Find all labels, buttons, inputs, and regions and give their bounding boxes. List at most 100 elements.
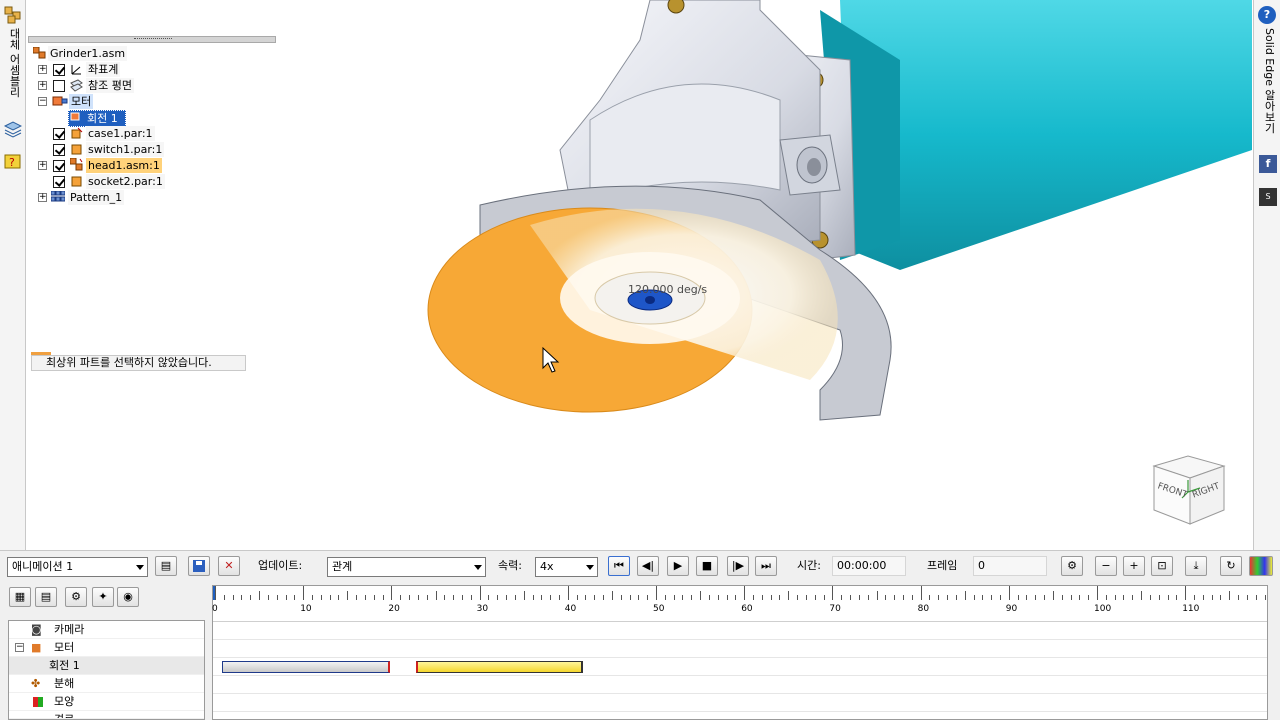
list-item-label: 카메라 bbox=[54, 623, 85, 636]
visibility-checkbox[interactable] bbox=[53, 160, 65, 172]
go-to-start-button[interactable]: ⏮ bbox=[608, 556, 630, 576]
fit-view-icon[interactable]: ⊡ bbox=[1151, 556, 1173, 576]
timeline-tick bbox=[223, 595, 225, 600]
save-list-icon[interactable]: ▤ bbox=[35, 587, 57, 607]
speed-select-value: 4x bbox=[540, 560, 554, 573]
go-to-end-button[interactable]: ⏭ bbox=[755, 556, 777, 576]
export-icon[interactable]: ⤓ bbox=[1185, 556, 1207, 576]
timeline-tick bbox=[435, 591, 437, 600]
tree-item-reference-planes[interactable]: + 참조 평면 bbox=[38, 78, 238, 93]
timeline-tick bbox=[726, 595, 728, 600]
save-icon[interactable] bbox=[188, 556, 210, 576]
timeline-tick bbox=[338, 595, 340, 600]
timeline-tick-label: 10 bbox=[300, 604, 312, 614]
timeline-tick bbox=[814, 595, 816, 600]
expand-icon[interactable]: + bbox=[38, 81, 47, 90]
tree-item-rotation-1[interactable]: 회전 1 bbox=[68, 110, 148, 127]
expand-icon[interactable]: + bbox=[38, 193, 47, 202]
tree-item-switch1[interactable]: switch1.par:1 bbox=[38, 142, 238, 157]
timeline[interactable]: 0 10 20 30 40 50 60 70 80 90 100 110 bbox=[212, 585, 1268, 720]
collapse-icon[interactable]: − bbox=[15, 643, 24, 652]
refresh-icon[interactable]: ↻ bbox=[1220, 556, 1242, 576]
timeline-tick bbox=[700, 591, 702, 600]
visibility-checkbox[interactable] bbox=[53, 80, 65, 92]
timeline-tick bbox=[832, 586, 834, 600]
step-forward-button[interactable]: |▶ bbox=[727, 556, 749, 576]
list-item-appearance[interactable]: 모양 bbox=[9, 693, 204, 711]
timeline-tick bbox=[991, 595, 993, 600]
appearance-icon bbox=[33, 697, 43, 707]
tree-item-head1[interactable]: + head1.asm:1 bbox=[38, 157, 238, 173]
visibility-checkbox[interactable] bbox=[53, 64, 65, 76]
play-button[interactable]: ▶ bbox=[667, 556, 689, 576]
time-field[interactable]: 00:00:00 bbox=[832, 556, 906, 576]
step-back-button[interactable]: ◀| bbox=[637, 556, 659, 576]
properties-icon[interactable]: ▦ bbox=[9, 587, 31, 607]
collapse-icon[interactable]: − bbox=[38, 97, 47, 106]
explode-icon[interactable]: ✦ bbox=[92, 587, 114, 607]
update-select[interactable]: 관계 bbox=[327, 557, 486, 577]
list-item-explode[interactable]: ✤ 분해 bbox=[9, 675, 204, 693]
list-item-camera[interactable]: ◙ 카메라 bbox=[9, 621, 204, 639]
settings-button[interactable]: ⚙ bbox=[1061, 556, 1083, 576]
animation-list: ◙ 카메라 −■ 모터 회전 1 ✤ 분해 모양 경로 bbox=[8, 620, 205, 720]
rotation-speed-label: 120.000 deg/s bbox=[628, 283, 708, 296]
track-explode bbox=[213, 676, 1267, 694]
tab-alternate-assembly[interactable]: 대체 어셈블리 bbox=[6, 28, 22, 98]
speed-select[interactable]: 4x bbox=[535, 557, 598, 577]
layers-icon[interactable] bbox=[3, 120, 23, 138]
tree-item-label: Pattern_1 bbox=[68, 190, 125, 205]
zoom-in-icon[interactable]: + bbox=[1123, 556, 1145, 576]
model-viewport[interactable] bbox=[380, 0, 1252, 550]
tree-item-label: 모터 bbox=[69, 94, 94, 109]
tree-item-socket2[interactable]: socket2.par:1 bbox=[38, 174, 238, 189]
tree-item-case1[interactable]: case1.par:1 bbox=[38, 126, 238, 141]
timeline-tick bbox=[241, 595, 243, 600]
delete-button[interactable]: ✕ bbox=[218, 556, 240, 576]
timeline-tick bbox=[876, 591, 878, 600]
expand-icon[interactable]: + bbox=[38, 161, 47, 170]
timeline-tick bbox=[1202, 595, 1204, 600]
tree-item-coordinate-systems[interactable]: + 좌표계 bbox=[38, 62, 238, 77]
assembly-icon[interactable] bbox=[4, 6, 22, 24]
visibility-checkbox[interactable] bbox=[53, 128, 65, 140]
timeline-tick-label: 110 bbox=[1182, 604, 1200, 614]
visibility-checkbox[interactable] bbox=[53, 144, 65, 156]
zoom-out-icon[interactable]: − bbox=[1095, 556, 1117, 576]
timeline-tick bbox=[1070, 595, 1072, 600]
timeline-tick bbox=[638, 595, 640, 600]
list-item-label: 모양 bbox=[54, 695, 75, 708]
new-animation-button[interactable]: ▤ bbox=[155, 556, 177, 576]
tree-item-motor[interactable]: − 모터 bbox=[38, 94, 238, 109]
help-question-icon[interactable]: ? bbox=[4, 152, 22, 170]
siemens-logo-icon[interactable]: S bbox=[1259, 188, 1277, 206]
timeline-tick bbox=[558, 595, 560, 600]
tree-item-label: 참조 평면 bbox=[86, 78, 134, 93]
animation-select[interactable]: 애니메이션 1 bbox=[7, 557, 148, 577]
timeline-tick bbox=[329, 595, 331, 600]
tree-toolbar[interactable] bbox=[28, 36, 276, 43]
visibility-checkbox[interactable] bbox=[53, 176, 65, 188]
motor-icon bbox=[52, 95, 68, 107]
facebook-icon[interactable]: f bbox=[1259, 155, 1277, 173]
expand-icon[interactable]: + bbox=[38, 65, 47, 74]
list-item-rotation-1[interactable]: 회전 1 bbox=[9, 657, 204, 675]
timeline-tick bbox=[999, 595, 1001, 600]
rotation-segment-1[interactable] bbox=[222, 661, 390, 673]
stop-button[interactable]: ■ bbox=[696, 556, 718, 576]
timeline-tick bbox=[1149, 595, 1151, 600]
help-icon[interactable]: ? bbox=[1258, 6, 1276, 24]
color-palette-icon[interactable] bbox=[1249, 556, 1273, 576]
camera-button-icon[interactable]: ◉ bbox=[117, 587, 139, 607]
timeline-tick bbox=[250, 595, 252, 600]
timeline-tick bbox=[541, 595, 543, 600]
tree-item-pattern-1[interactable]: + Pattern_1 bbox=[38, 190, 238, 205]
frame-field[interactable]: 0 bbox=[973, 556, 1047, 576]
motor-button-icon[interactable]: ⚙ bbox=[65, 587, 87, 607]
tab-learn-solid-edge[interactable]: Solid Edge 알아보기 bbox=[1261, 28, 1277, 133]
rotation-segment-2[interactable] bbox=[416, 661, 583, 673]
timeline-tick bbox=[885, 595, 887, 600]
list-item-motor[interactable]: − ■ 모터 bbox=[9, 639, 204, 657]
list-item-path[interactable]: 경로 bbox=[9, 711, 204, 719]
timeline-tick bbox=[1132, 595, 1134, 600]
